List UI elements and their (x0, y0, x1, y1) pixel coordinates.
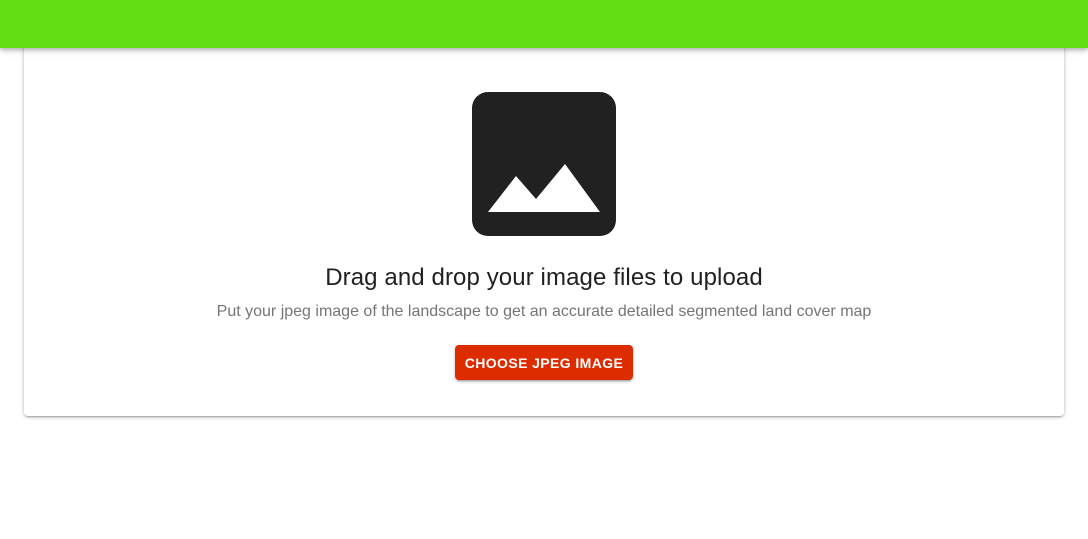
upload-dropzone[interactable]: Drag and drop your image files to upload… (24, 40, 1064, 416)
upload-title: Drag and drop your image files to upload (325, 264, 763, 291)
image-icon (472, 92, 616, 236)
app-bar (0, 0, 1088, 48)
choose-jpeg-image-button[interactable]: CHOOSE JPEG IMAGE (455, 345, 633, 380)
image-icon-frame (472, 92, 616, 236)
upload-description: Put your jpeg image of the landscape to … (216, 303, 872, 320)
